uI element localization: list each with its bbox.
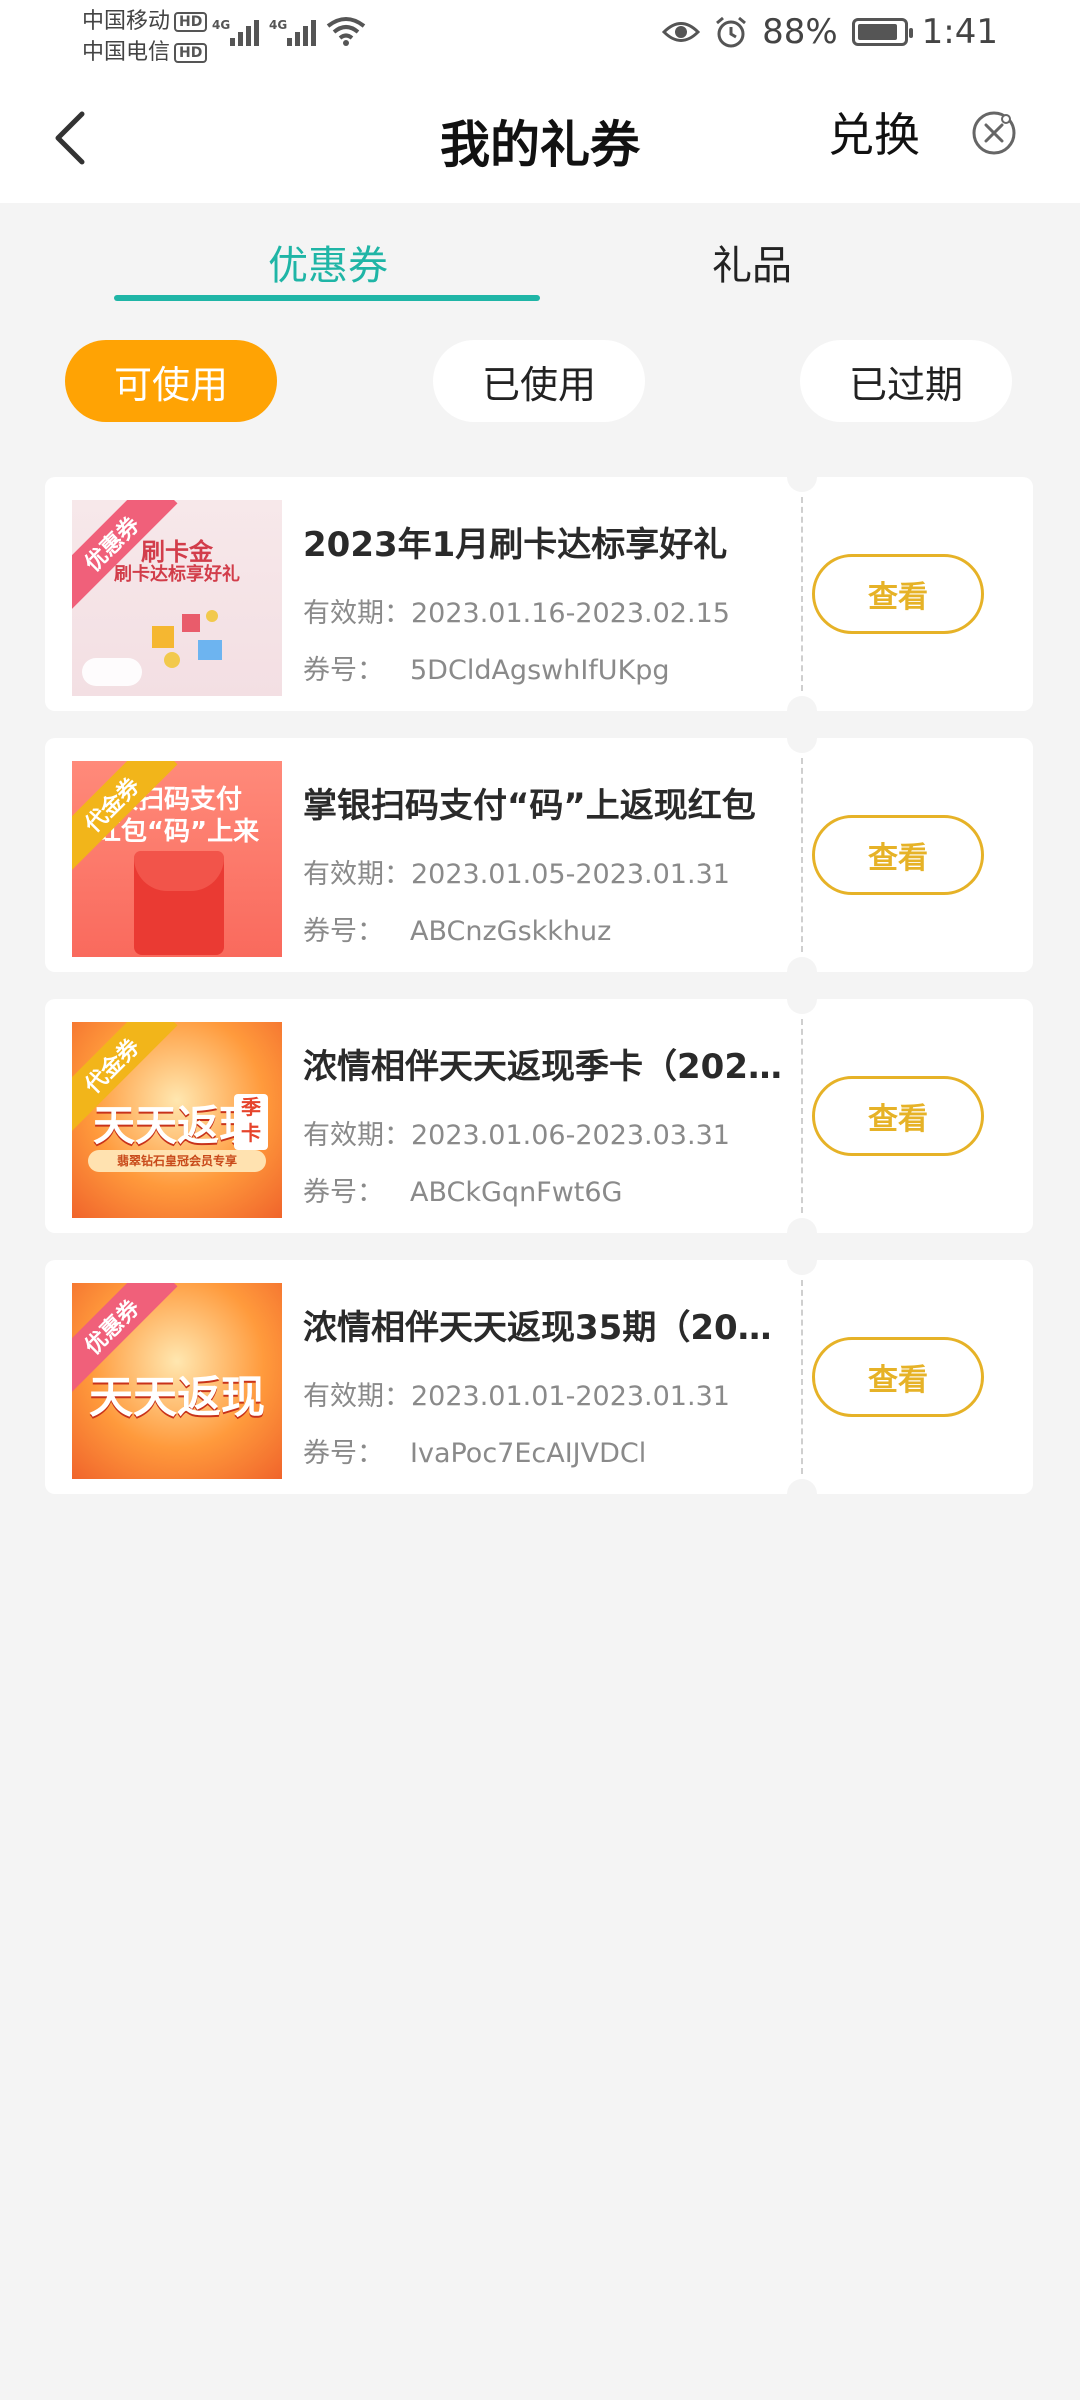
notch	[787, 1218, 817, 1233]
code-label: 券号：	[303, 655, 384, 686]
battery-icon	[851, 18, 913, 46]
perforation-line	[801, 1019, 803, 1213]
tab-indicator	[114, 295, 540, 301]
cloud-shape	[82, 658, 142, 686]
carrier-info: 中国移动 HD 中国电信 HD	[82, 6, 208, 68]
validity-label: 有效期：	[303, 598, 411, 629]
coupon-thumbnail: 刷卡金 刷卡达标享好礼 优惠券	[72, 500, 282, 696]
status-filter: 可使用 已使用 已过期	[0, 340, 1080, 424]
hd-badge: HD	[174, 11, 208, 32]
coupon-title: 浓情相伴天天返现35期（2023）	[303, 1308, 783, 1348]
network-type-label: 4G	[269, 18, 288, 32]
coupon-title: 掌银扫码支付“码”上返现红包	[303, 786, 756, 826]
notch	[787, 1479, 817, 1494]
coupon-info: 掌银扫码支付“码”上返现红包 有效期：2023.01.05-2023.01.31…	[303, 738, 783, 948]
perforation-line	[801, 497, 803, 691]
perforation-line	[801, 758, 803, 952]
coupon-info: 浓情相伴天天返现35期（2023） 有效期：2023.01.01-2023.01…	[303, 1260, 783, 1470]
redeem-button[interactable]: 兑换	[828, 99, 920, 165]
code-value: ABCkGqnFwt6G	[410, 1177, 623, 1208]
coupon-code: 券号： ABCkGqnFwt6G	[303, 1170, 783, 1209]
validity-dates: 2023.01.05-2023.01.31	[411, 859, 730, 890]
notch	[787, 1260, 817, 1275]
coupon-validity: 有效期：2023.01.16-2023.02.15	[303, 591, 783, 630]
notch	[787, 738, 817, 753]
filter-available[interactable]: 可使用	[65, 340, 277, 422]
coupon-info: 浓情相伴天天返现季卡（2023） 有效期：2023.01.06-2023.03.…	[303, 999, 783, 1209]
coupon-validity: 有效期：2023.01.06-2023.03.31	[303, 1113, 783, 1152]
tab-gifts[interactable]: 礼品	[712, 233, 792, 291]
coupon-code: 券号： IvaPoc7EcAIJVDCl	[303, 1431, 783, 1470]
notch	[787, 999, 817, 1014]
gift-icon	[152, 610, 222, 668]
view-button[interactable]: 查看	[812, 1337, 984, 1417]
alarm-icon	[716, 16, 747, 48]
signal-indicators: 4G 4G	[212, 16, 366, 46]
status-bar: 中国移动 HD 中国电信 HD 4G 4G 88% 1:41	[0, 0, 1080, 75]
coupon-title: 浓情相伴天天返现季卡（2023）	[303, 1047, 783, 1087]
coupon-card[interactable]: 银扫码支付 红包“码”上来 代金券 掌银扫码支付“码”上返现红包 有效期：202…	[45, 738, 1033, 972]
filter-used[interactable]: 已使用	[433, 340, 645, 422]
header-bar: 我的礼券 兑换	[0, 75, 1080, 203]
status-right: 88% 1:41	[662, 12, 998, 52]
validity-label: 有效期：	[303, 1120, 411, 1151]
code-value: IvaPoc7EcAIJVDCl	[410, 1438, 647, 1469]
validity-label: 有效期：	[303, 1381, 411, 1412]
view-button[interactable]: 查看	[812, 554, 984, 634]
coupon-validity: 有效期：2023.01.05-2023.01.31	[303, 852, 783, 891]
view-button[interactable]: 查看	[812, 1076, 984, 1156]
code-label: 券号：	[303, 1177, 384, 1208]
filter-expired[interactable]: 已过期	[800, 340, 1012, 422]
notch	[787, 696, 817, 711]
thumbnail-season-tag: 季卡	[234, 1094, 268, 1150]
wifi-icon	[326, 17, 366, 46]
thumbnail-banner: 翡翠钻石皇冠会员专享	[88, 1150, 266, 1172]
code-value: ABCnzGskkhuz	[410, 916, 612, 947]
code-value: 5DCldAgswhIfUKpg	[410, 655, 670, 686]
coupon-code: 券号： 5DCldAgswhIfUKpg	[303, 648, 783, 687]
validity-dates: 2023.01.06-2023.03.31	[411, 1120, 730, 1151]
perforation-line	[801, 1280, 803, 1474]
red-envelope-icon	[134, 851, 224, 955]
notch	[787, 477, 817, 492]
notch	[787, 957, 817, 972]
cellular-signal-icon: 4G	[212, 16, 259, 46]
coupon-title: 2023年1月刷卡达标享好礼	[303, 525, 728, 565]
coupon-thumbnail: 天天返现 优惠券	[72, 1283, 282, 1479]
carrier-2: 中国电信	[82, 40, 171, 65]
validity-dates: 2023.01.01-2023.01.31	[411, 1381, 730, 1412]
coupon-card[interactable]: 刷卡金 刷卡达标享好礼 优惠券 2023年1月刷卡达标享好礼 有效期：2023.…	[45, 477, 1033, 711]
hd-badge: HD	[174, 42, 208, 63]
tab-bar: 优惠券 礼品	[0, 203, 1080, 303]
validity-label: 有效期：	[303, 859, 411, 890]
coupon-card[interactable]: 天天返现 季卡 翡翠钻石皇冠会员专享 代金券 浓情相伴天天返现季卡（2023） …	[45, 999, 1033, 1233]
battery-percent: 88%	[762, 12, 838, 52]
coupon-validity: 有效期：2023.01.01-2023.01.31	[303, 1374, 783, 1413]
code-label: 券号：	[303, 916, 384, 947]
thumbnail-title: 天天返现	[89, 1372, 265, 1423]
eye-icon	[662, 22, 701, 42]
coupon-thumbnail: 天天返现 季卡 翡翠钻石皇冠会员专享 代金券	[72, 1022, 282, 1218]
coupon-list: 刷卡金 刷卡达标享好礼 优惠券 2023年1月刷卡达标享好礼 有效期：2023.…	[45, 477, 1033, 1521]
coupon-thumbnail: 银扫码支付 红包“码”上来 代金券	[72, 761, 282, 957]
battery-fill	[857, 24, 897, 40]
cellular-signal-icon: 4G	[269, 16, 316, 46]
close-miniprogram-icon[interactable]	[970, 109, 1018, 157]
validity-dates: 2023.01.16-2023.02.15	[411, 598, 730, 629]
carrier-1: 中国移动	[82, 9, 171, 34]
view-button[interactable]: 查看	[812, 815, 984, 895]
coupon-info: 2023年1月刷卡达标享好礼 有效期：2023.01.16-2023.02.15…	[303, 477, 783, 687]
network-type-label: 4G	[212, 18, 231, 32]
clock-time: 1:41	[921, 12, 998, 52]
code-label: 券号：	[303, 1438, 384, 1469]
tab-coupons[interactable]: 优惠券	[268, 233, 388, 291]
coupon-code: 券号： ABCnzGskkhuz	[303, 909, 783, 948]
coupon-card[interactable]: 天天返现 优惠券 浓情相伴天天返现35期（2023） 有效期：2023.01.0…	[45, 1260, 1033, 1494]
